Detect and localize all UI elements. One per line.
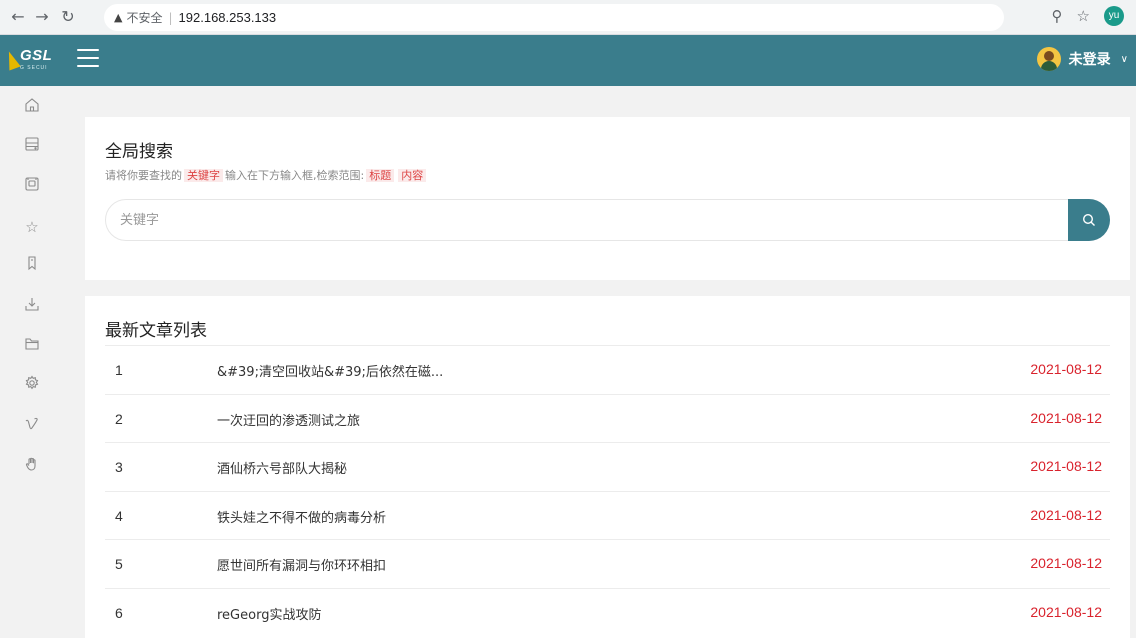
table-row[interactable]: 4 铁头娃之不得不做的病毒分析 2021-08-12 bbox=[105, 490, 1110, 540]
search-box bbox=[105, 199, 1110, 241]
address-separator: | bbox=[168, 10, 173, 25]
hint-middle: 输入在下方输入框,检索范围: bbox=[225, 169, 365, 182]
article-date: 2021-08-12 bbox=[1030, 361, 1102, 377]
bookmark-star-icon[interactable]: ☆ bbox=[1077, 7, 1090, 25]
site-logo[interactable]: GSL G SECUI bbox=[3, 47, 66, 75]
forward-arrow-icon[interactable]: → bbox=[32, 6, 52, 28]
article-list: 1 &#39;清空回收站&#39;后依然在磁... 2021-08-12 2 一… bbox=[105, 345, 1110, 636]
article-date: 2021-08-12 bbox=[1030, 603, 1102, 620]
menu-toggle-icon[interactable] bbox=[77, 49, 99, 67]
table-row[interactable]: 5 愿世间所有漏洞与你环环相扣 2021-08-12 bbox=[105, 539, 1110, 588]
search-button[interactable] bbox=[1068, 199, 1110, 241]
logo-leaf-icon bbox=[3, 49, 21, 71]
sidebar: ☆ bbox=[0, 86, 66, 638]
address-bar[interactable]: ▲ 不安全 | 192.168.253.133 bbox=[104, 4, 1004, 31]
inbox-icon[interactable] bbox=[22, 176, 42, 196]
table-row[interactable]: 3 酒仙桥六号部队大揭秘 2021-08-12 bbox=[105, 442, 1110, 491]
article-title-link[interactable]: &#39;清空回收站&#39;后依然在磁... bbox=[217, 361, 443, 380]
row-number: 4 bbox=[115, 507, 123, 524]
search-input[interactable] bbox=[106, 200, 1066, 240]
global-search-panel: 全局搜索 请将你要查找的 关键字 输入在下方输入框,检索范围: 标题 内容 bbox=[85, 117, 1130, 280]
avatar bbox=[1036, 47, 1061, 71]
search-panel-title: 全局搜索 bbox=[105, 142, 173, 162]
folder-icon[interactable] bbox=[22, 336, 42, 356]
row-number: 5 bbox=[115, 556, 123, 572]
row-number: 1 bbox=[115, 362, 123, 378]
row-number: 6 bbox=[115, 604, 123, 621]
hint-prefix: 请将你要查找的 bbox=[105, 169, 182, 182]
row-number: 3 bbox=[115, 459, 123, 475]
warning-icon: ▲ bbox=[114, 11, 123, 24]
bookmark-icon[interactable] bbox=[22, 255, 42, 275]
server-icon[interactable] bbox=[22, 136, 42, 156]
article-title-link[interactable]: 酒仙桥六号部队大揭秘 bbox=[217, 458, 347, 477]
table-row[interactable]: 1 &#39;清空回收站&#39;后依然在磁... 2021-08-12 bbox=[105, 345, 1110, 394]
logo-subtext: G SECUI bbox=[20, 65, 48, 71]
login-status: 未登录 bbox=[1068, 52, 1111, 68]
latest-articles-panel: 最新文章列表 1 &#39;清空回收站&#39;后依然在磁... 2021-08… bbox=[85, 296, 1130, 638]
settings-icon[interactable] bbox=[22, 375, 42, 395]
user-menu[interactable]: 未登录 ∨ bbox=[1036, 47, 1128, 71]
security-label: 不安全 bbox=[126, 11, 163, 25]
reload-icon[interactable]: ↻ bbox=[58, 6, 78, 28]
article-title-link[interactable]: 愿世间所有漏洞与你环环相扣 bbox=[217, 555, 386, 574]
zoom-icon[interactable]: ⚲ bbox=[1052, 7, 1063, 25]
article-date: 2021-08-12 bbox=[1030, 506, 1102, 523]
article-date: 2021-08-12 bbox=[1030, 458, 1102, 474]
article-title-link[interactable]: 一次迂回的渗透测试之旅 bbox=[217, 410, 360, 429]
url-text: 192.168.253.133 bbox=[178, 10, 277, 25]
home-icon[interactable] bbox=[22, 97, 42, 117]
star-icon[interactable]: ☆ bbox=[22, 217, 42, 237]
hint-keyword-tag: 关键字 bbox=[184, 169, 223, 182]
table-row[interactable]: 6 reGeorg实战攻防 2021-08-12 bbox=[105, 587, 1110, 637]
hint-scope-title-tag: 标题 bbox=[366, 169, 395, 182]
back-arrow-icon[interactable]: ← bbox=[8, 6, 28, 28]
article-date: 2021-08-12 bbox=[1030, 555, 1102, 571]
hand-icon[interactable] bbox=[22, 456, 42, 476]
browser-toolbar: ← → ↻ ▲ 不安全 | 192.168.253.133 ⚲ ☆ yu bbox=[0, 0, 1136, 35]
article-title-link[interactable]: 铁头娃之不得不做的病毒分析 bbox=[217, 507, 386, 526]
search-hint: 请将你要查找的 关键字 输入在下方输入框,检索范围: 标题 内容 bbox=[105, 167, 428, 183]
chevron-down-icon: ∨ bbox=[1120, 53, 1128, 65]
vimeo-icon[interactable] bbox=[22, 416, 42, 436]
row-number: 2 bbox=[115, 410, 123, 427]
table-row[interactable]: 2 一次迂回的渗透测试之旅 2021-08-12 bbox=[105, 393, 1110, 443]
logo-text: GSL bbox=[20, 47, 53, 64]
profile-avatar[interactable]: yu bbox=[1104, 6, 1124, 26]
download-icon[interactable] bbox=[22, 296, 42, 316]
app-header: GSL G SECUI 未登录 ∨ bbox=[0, 35, 1136, 86]
browser-actions: ⚲ ☆ yu bbox=[1052, 6, 1124, 26]
article-date: 2021-08-12 bbox=[1030, 409, 1102, 426]
article-title-link[interactable]: reGeorg实战攻防 bbox=[217, 604, 321, 623]
hint-scope-content-tag: 内容 bbox=[398, 169, 427, 182]
search-icon bbox=[1082, 213, 1095, 226]
articles-panel-title: 最新文章列表 bbox=[105, 321, 207, 341]
